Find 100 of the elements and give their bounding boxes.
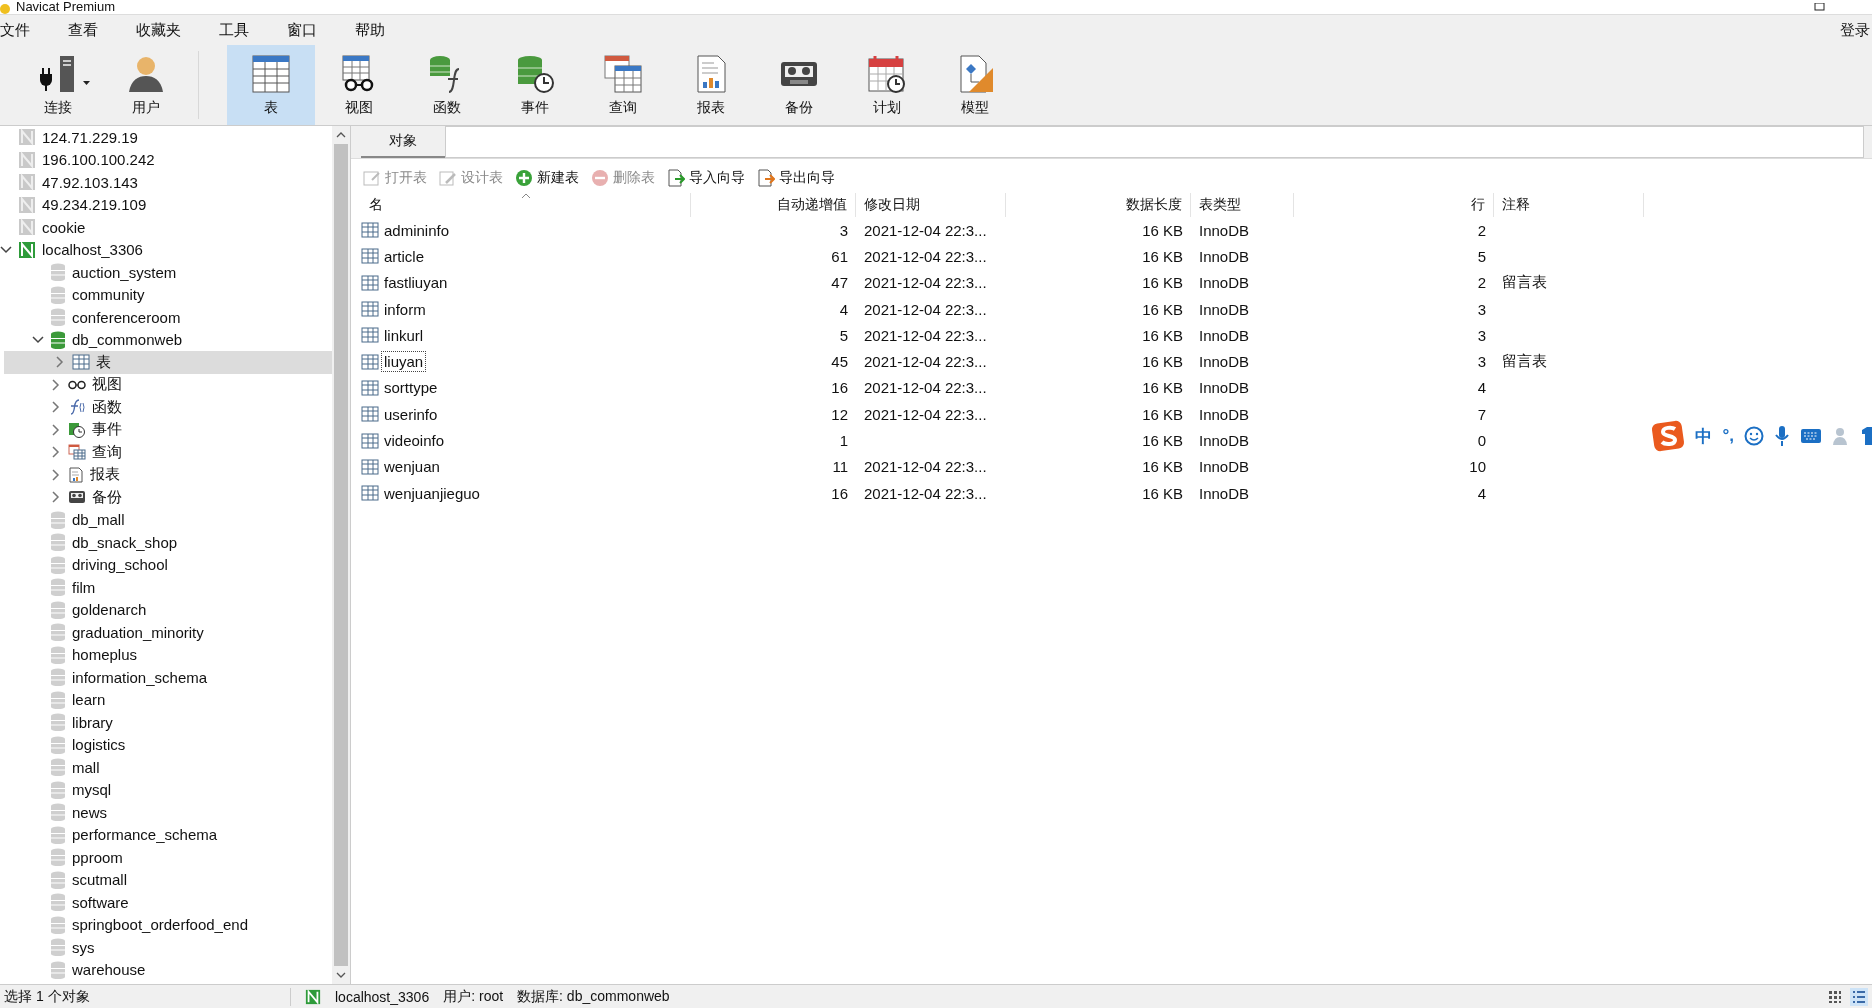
- tree-item[interactable]: 查询: [0, 441, 332, 464]
- table-icon: [361, 458, 379, 475]
- tree-item[interactable]: film: [0, 576, 332, 599]
- tree-item[interactable]: auction_system: [0, 261, 332, 284]
- column-header[interactable]: 自动递增值: [691, 193, 856, 217]
- toolbar-button[interactable]: 视图: [315, 45, 403, 125]
- tree-item[interactable]: mysql: [0, 778, 332, 801]
- tree-item[interactable]: 事件: [0, 418, 332, 441]
- tree-item[interactable]: pproom: [0, 846, 332, 869]
- table-name[interactable]: admininfo: [381, 219, 453, 241]
- toolbar-button[interactable]: 连接: [14, 45, 102, 125]
- tree-item[interactable]: 124.71.229.19: [0, 126, 332, 149]
- table-name[interactable]: liuyan: [381, 351, 427, 373]
- table-icon: [361, 222, 379, 239]
- tree-item[interactable]: cookie: [0, 216, 332, 239]
- toolbar-button[interactable]: 计划: [843, 45, 931, 125]
- tree-item[interactable]: 函数: [0, 396, 332, 419]
- tree-item[interactable]: 表: [4, 351, 332, 374]
- menu-item[interactable]: 工具: [219, 20, 263, 40]
- tree-item[interactable]: news: [0, 801, 332, 824]
- tree-item[interactable]: warehouse: [0, 958, 332, 981]
- table-pencil-icon: [439, 169, 457, 187]
- column-header[interactable]: 名: [361, 193, 691, 217]
- tree-item[interactable]: 视图: [0, 373, 332, 396]
- table-icon: [72, 354, 90, 371]
- column-header[interactable]: 数据长度: [1006, 193, 1191, 217]
- tree-item[interactable]: logistics: [0, 733, 332, 756]
- table-cell: 2021-12-04 22:3...: [864, 353, 987, 371]
- tree-item[interactable]: software: [0, 891, 332, 914]
- toolbar-button[interactable]: 备份: [755, 45, 843, 125]
- keyboard-icon[interactable]: [1800, 428, 1822, 444]
- ime-punctuation-toggle[interactable]: °,: [1722, 426, 1734, 446]
- microphone-icon[interactable]: [1774, 425, 1790, 447]
- tree-item[interactable]: scutmall: [0, 868, 332, 891]
- toolbar-button[interactable]: 用户: [102, 45, 190, 125]
- tree-item[interactable]: information_schema: [0, 666, 332, 689]
- login-link[interactable]: 登录: [1840, 20, 1872, 40]
- tree-item[interactable]: performance_schema: [0, 823, 332, 846]
- tree-item[interactable]: goldenarch: [0, 598, 332, 621]
- menu-item[interactable]: 收藏夹: [136, 20, 195, 40]
- menu-item[interactable]: 查看: [68, 20, 112, 40]
- scroll-up-icon[interactable]: [336, 132, 346, 138]
- menu-item[interactable]: 文件: [0, 20, 44, 40]
- column-header[interactable]: 修改日期: [856, 193, 1006, 217]
- tree-item[interactable]: 49.234.219.109: [0, 193, 332, 216]
- table-name[interactable]: userinfo: [381, 403, 441, 425]
- list-view-icon[interactable]: [1850, 987, 1868, 1006]
- tree-item[interactable]: db_commonweb: [0, 328, 332, 351]
- toolbar-button[interactable]: 函数: [403, 45, 491, 125]
- action-button[interactable]: 导入向导: [665, 167, 747, 189]
- scrollbar[interactable]: [332, 126, 350, 984]
- tree-item[interactable]: mall: [0, 756, 332, 779]
- app-icon: [0, 4, 10, 14]
- table-icon: [361, 406, 379, 423]
- connection-icon: [305, 988, 321, 1005]
- table-name[interactable]: wenjuanjieguo: [381, 482, 483, 504]
- tree-item[interactable]: db_snack_shop: [0, 531, 332, 554]
- table-cell: InnoDB: [1199, 432, 1250, 449]
- tree-item[interactable]: conferenceroom: [0, 306, 332, 329]
- tree-item[interactable]: springboot_orderfood_end: [0, 913, 332, 936]
- table-name[interactable]: linkurl: [381, 324, 427, 346]
- tree-item[interactable]: graduation_minority: [0, 621, 332, 644]
- ime-logo-icon[interactable]: [1651, 420, 1686, 452]
- table-name[interactable]: wenjuan: [381, 456, 443, 478]
- grid-view-icon[interactable]: [1828, 989, 1842, 1004]
- menu-item[interactable]: 窗口: [287, 20, 331, 40]
- action-button[interactable]: 导出向导: [755, 167, 837, 189]
- tree-item[interactable]: db_mall: [0, 508, 332, 531]
- ime-mode-toggle[interactable]: 中: [1695, 424, 1713, 448]
- tree-item[interactable]: library: [0, 711, 332, 734]
- table-name[interactable]: sorttype: [381, 377, 441, 399]
- table-cell: 1: [839, 432, 848, 449]
- column-header[interactable]: 表类型: [1191, 193, 1294, 217]
- toolbar-button[interactable]: 查询: [579, 45, 667, 125]
- tree-item[interactable]: 196.100.100.242: [0, 148, 332, 171]
- tree-item[interactable]: driving_school: [0, 553, 332, 576]
- toolbar-button[interactable]: 表: [227, 45, 315, 125]
- tree-item[interactable]: community: [0, 283, 332, 306]
- tree-item[interactable]: learn: [0, 688, 332, 711]
- tree-item[interactable]: 报表: [0, 463, 332, 486]
- table-name[interactable]: videoinfo: [381, 430, 448, 451]
- tree-item[interactable]: 备份: [0, 486, 332, 509]
- column-header[interactable]: 注释: [1494, 193, 1644, 217]
- toolbar-button[interactable]: 报表: [667, 45, 755, 125]
- smiley-icon[interactable]: [1744, 426, 1764, 446]
- table-name[interactable]: inform: [381, 298, 429, 320]
- tree-item[interactable]: 47.92.103.143: [0, 171, 332, 194]
- column-header[interactable]: 行: [1294, 193, 1494, 217]
- table-name[interactable]: fastliuyan: [381, 272, 451, 294]
- tree-item[interactable]: homeplus: [0, 643, 332, 666]
- menu-item[interactable]: 帮助: [355, 20, 399, 40]
- tree-item[interactable]: localhost_3306: [0, 238, 332, 261]
- table-name[interactable]: article: [381, 245, 427, 267]
- action-button[interactable]: 新建表: [513, 167, 581, 189]
- table-cell: 16 KB: [1142, 432, 1183, 449]
- tree-item[interactable]: sys: [0, 936, 332, 959]
- toolbar-button[interactable]: 模型: [931, 45, 1019, 125]
- table-cell: 2021-12-04 22:3...: [864, 300, 987, 318]
- toolbar-button[interactable]: 事件: [491, 45, 579, 125]
- scroll-down-icon[interactable]: [336, 972, 346, 978]
